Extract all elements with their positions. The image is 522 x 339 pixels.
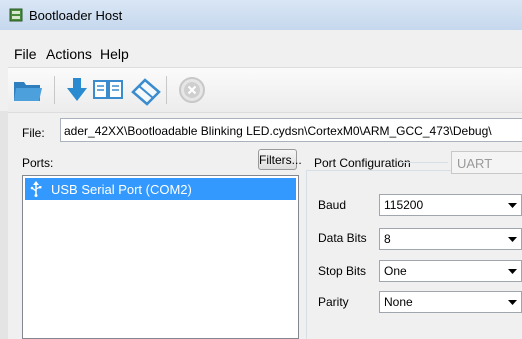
file-label: File: <box>22 126 45 140</box>
toolbar <box>8 67 522 113</box>
data-bits-label: Data Bits <box>318 231 367 245</box>
ports-list[interactable]: USB Serial Port (COM2) <box>22 175 299 339</box>
stop-bits-select[interactable]: One <box>379 260 522 282</box>
menu-actions[interactable]: Actions <box>46 46 92 62</box>
toolbar-separator <box>166 76 167 104</box>
parity-value: None <box>384 295 413 309</box>
menu-help[interactable]: Help <box>100 46 129 62</box>
toolbar-separator <box>54 76 55 104</box>
bootloader-window: Bootloader Host File Actions Help File: … <box>0 0 522 339</box>
window-title: Bootloader Host <box>29 8 123 23</box>
app-icon <box>9 8 23 22</box>
stop-bits-value: One <box>384 264 407 278</box>
usb-icon <box>30 181 42 197</box>
baud-value: 115200 <box>384 198 424 212</box>
chevron-down-icon[interactable] <box>504 229 521 249</box>
filters-button[interactable]: Filters... <box>258 149 302 170</box>
port-configuration-title: Port Configuration <box>314 156 411 170</box>
data-bits-value: 8 <box>384 232 391 246</box>
port-type-select[interactable]: UART <box>451 151 522 174</box>
abort-icon[interactable] <box>176 74 208 106</box>
open-folder-icon[interactable] <box>12 74 44 106</box>
list-item[interactable]: USB Serial Port (COM2) <box>25 178 296 200</box>
menu-file[interactable]: File <box>14 46 37 62</box>
ports-label: Ports: <box>22 156 54 170</box>
erase-icon[interactable] <box>130 74 162 106</box>
group-divider <box>400 162 448 163</box>
left-margin <box>0 111 8 339</box>
title-bar: Bootloader Host <box>0 0 522 30</box>
chevron-down-icon[interactable] <box>504 292 521 312</box>
baud-select[interactable]: 115200 <box>379 194 522 216</box>
file-path-field[interactable]: ader_42XX\Bootloadable Blinking LED.cyds… <box>60 118 522 142</box>
verify-icon[interactable] <box>92 74 124 106</box>
chevron-down-icon[interactable] <box>504 261 521 281</box>
parity-label: Parity <box>318 295 349 309</box>
baud-label: Baud <box>318 198 347 212</box>
port-label: USB Serial Port (COM2) <box>51 182 192 197</box>
parity-select[interactable]: None <box>379 291 522 313</box>
data-bits-select[interactable]: 8 <box>379 228 522 250</box>
menu-bar: File Actions Help <box>0 30 522 67</box>
chevron-down-icon[interactable] <box>504 195 521 215</box>
stop-bits-label: Stop Bits <box>318 264 367 278</box>
